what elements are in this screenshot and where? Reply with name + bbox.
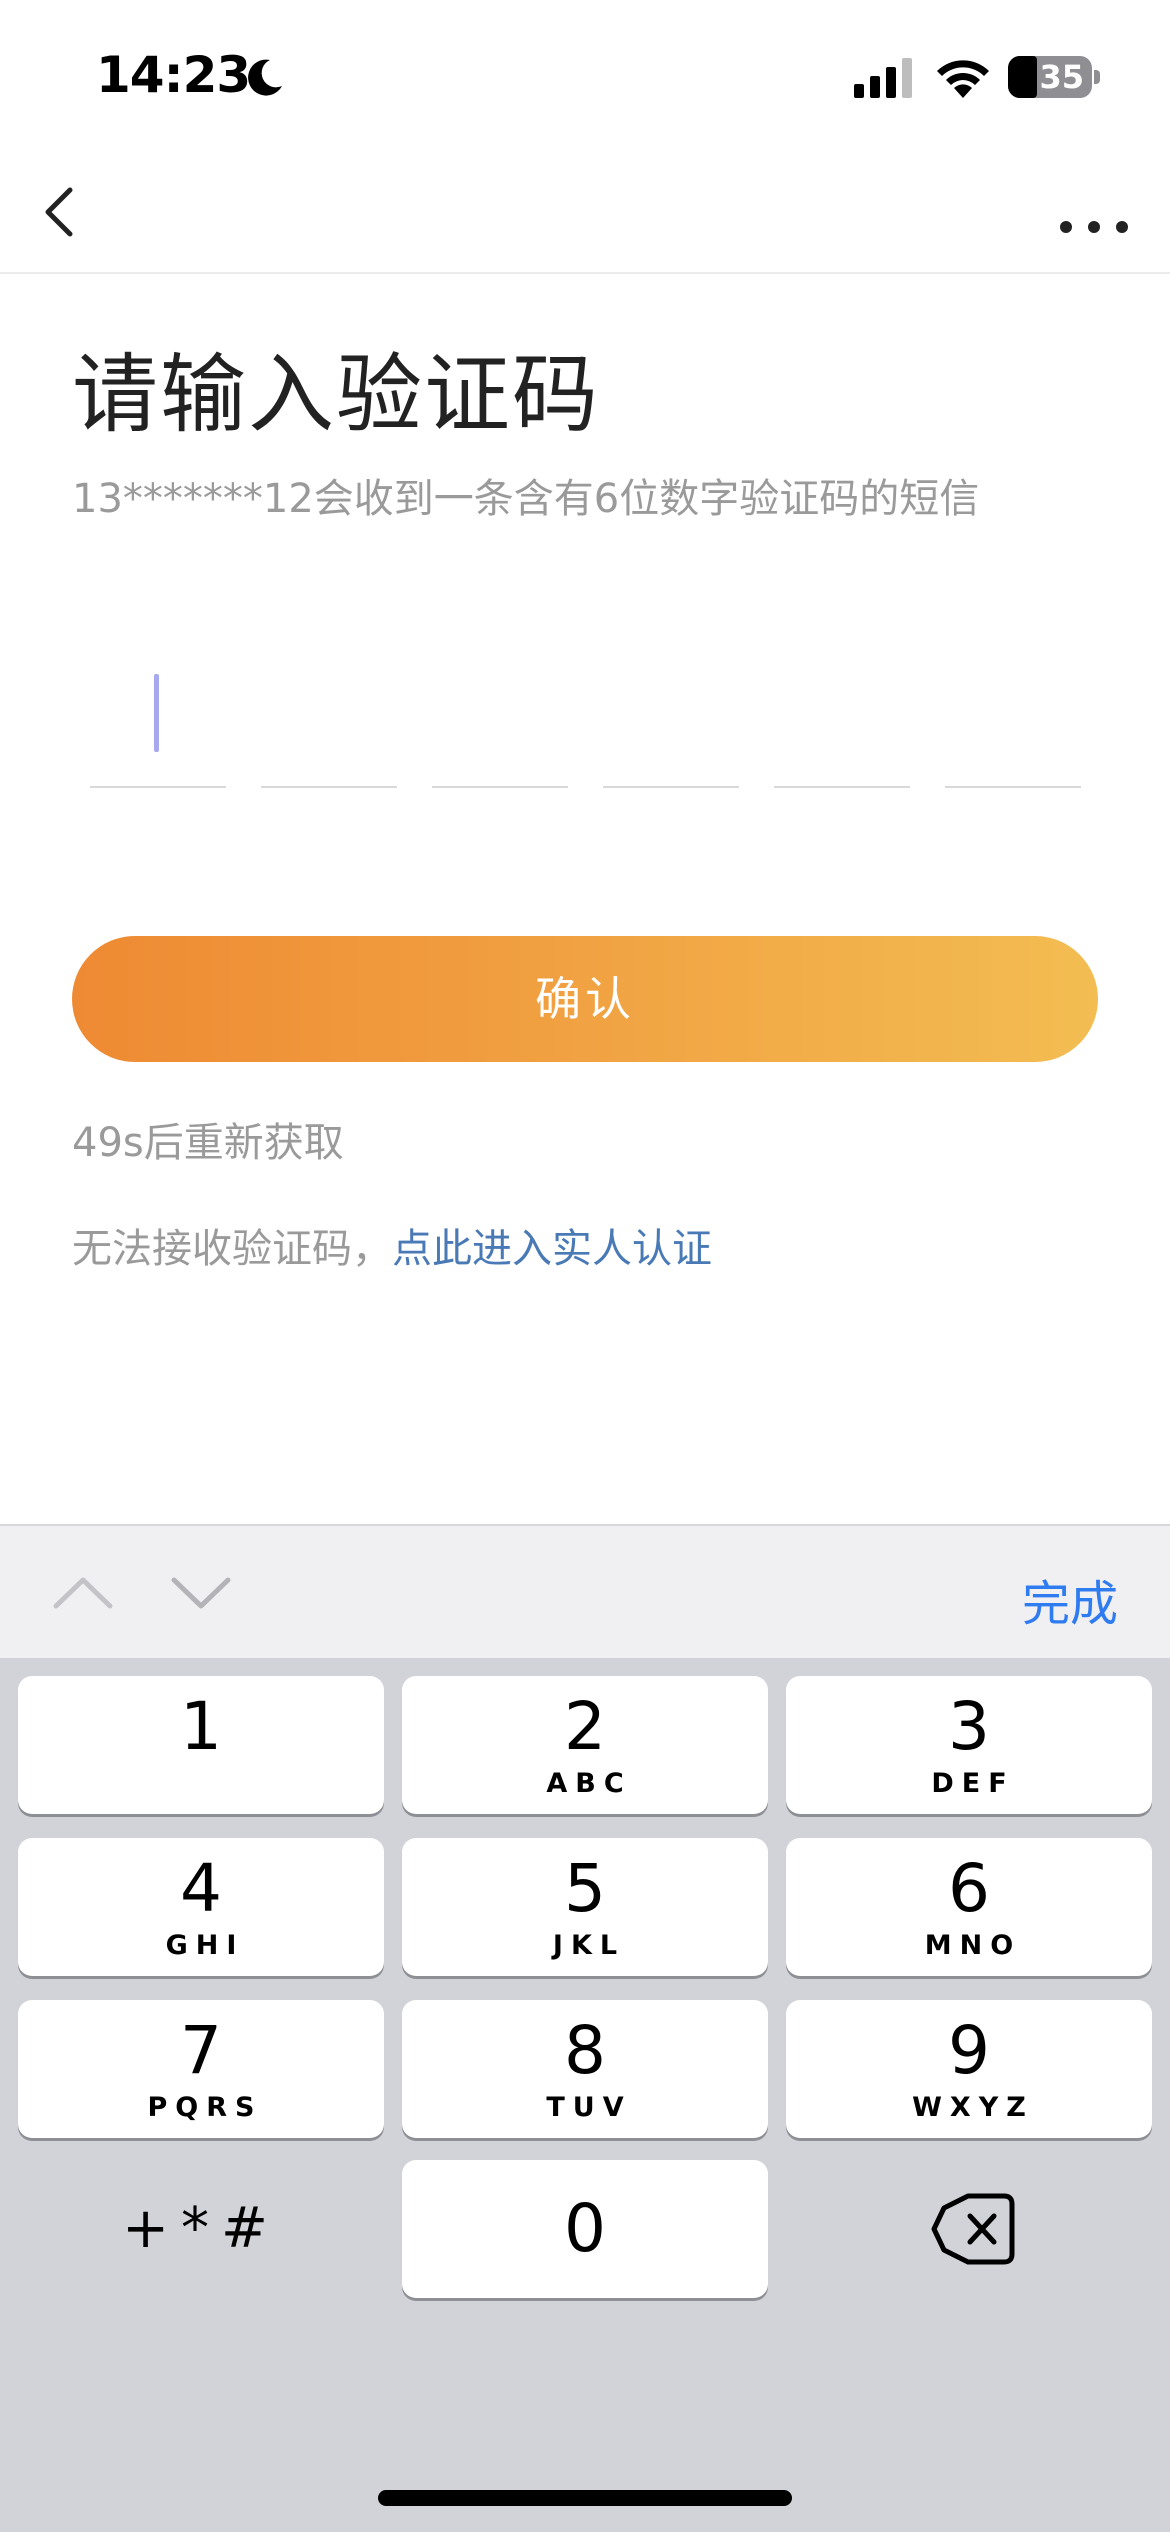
cellular-signal-icon	[854, 58, 912, 98]
more-horizontal-icon	[1060, 221, 1128, 233]
delete-key[interactable]	[786, 2160, 1152, 2298]
done-button[interactable]: 完成	[1022, 1564, 1118, 1634]
key-digit: 6	[948, 1850, 990, 1927]
key-2[interactable]: 2 ABC	[402, 1676, 768, 1814]
key-letters: GHI	[165, 1930, 245, 1961]
battery-cap	[1094, 70, 1100, 84]
key-5[interactable]: 5 JKL	[402, 1838, 768, 1976]
nav-bar	[0, 150, 1170, 274]
sms-hint: 13*******12会收到一条含有6位数字验证码的短信	[72, 476, 980, 522]
key-4[interactable]: 4 GHI	[18, 1838, 384, 1976]
status-bar: 14:23 35	[0, 0, 1170, 150]
key-7[interactable]: 7 PQRS	[18, 2000, 384, 2138]
key-letters: ABC	[546, 1768, 632, 1799]
key-digit: 9	[948, 2012, 990, 2089]
key-digit: 1	[180, 1688, 222, 1765]
key-9[interactable]: 9 WXYZ	[786, 2000, 1152, 2138]
key-3[interactable]: 3 DEF	[786, 1676, 1152, 1814]
code-digit-6[interactable]	[945, 640, 1081, 788]
key-digit: 5	[564, 1850, 606, 1927]
keyboard-toolbar: 完成	[0, 1524, 1170, 1658]
help-text: 无法接收验证码，	[72, 1226, 392, 1272]
key-symbols[interactable]: +*#	[18, 2160, 384, 2298]
battery-icon: 35	[1008, 56, 1092, 98]
home-indicator	[378, 2490, 792, 2506]
key-0[interactable]: 0	[402, 2160, 768, 2298]
key-digit: 3	[948, 1688, 990, 1765]
backspace-icon	[931, 2193, 1015, 2265]
key-digit: 2	[564, 1688, 606, 1765]
chevron-down-icon[interactable]	[168, 1566, 234, 1620]
key-digit: 0	[564, 2190, 606, 2267]
code-digit-4[interactable]	[603, 640, 739, 788]
key-6[interactable]: 6 MNO	[786, 1838, 1152, 1976]
confirm-button[interactable]: 确认	[72, 936, 1098, 1062]
status-time: 14:23	[96, 46, 251, 104]
battery-level: 35	[1039, 58, 1084, 96]
more-button[interactable]	[1052, 172, 1136, 252]
key-digit: 8	[564, 2012, 606, 2089]
wifi-icon	[937, 60, 989, 98]
text-cursor	[154, 674, 159, 752]
key-digit: 7	[180, 2012, 222, 2089]
key-digit: 4	[180, 1850, 222, 1927]
code-digit-5[interactable]	[774, 640, 910, 788]
resend-countdown: 49s后重新获取	[72, 1120, 344, 1166]
key-letters: JKL	[552, 1930, 626, 1961]
real-name-verify-link[interactable]: 点此进入实人认证	[392, 1226, 712, 1272]
back-button[interactable]	[24, 172, 104, 252]
key-letters: MNO	[924, 1930, 1022, 1961]
key-letters: TUV	[546, 2092, 632, 2123]
help-row: 无法接收验证码，点此进入实人认证	[72, 1216, 712, 1274]
code-digit-1[interactable]	[90, 640, 226, 788]
moon-icon	[248, 59, 282, 96]
key-letters: PQRS	[147, 2092, 263, 2123]
code-digit-3[interactable]	[432, 640, 568, 788]
key-1[interactable]: 1	[18, 1676, 384, 1814]
key-letters: DEF	[931, 1768, 1015, 1799]
code-digit-2[interactable]	[261, 640, 397, 788]
chevron-up-icon[interactable]	[50, 1566, 116, 1620]
key-letters: WXYZ	[912, 2092, 1034, 2123]
key-8[interactable]: 8 TUV	[402, 2000, 768, 2138]
chevron-left-icon	[45, 187, 73, 237]
page-title: 请输入验证码	[72, 345, 600, 445]
